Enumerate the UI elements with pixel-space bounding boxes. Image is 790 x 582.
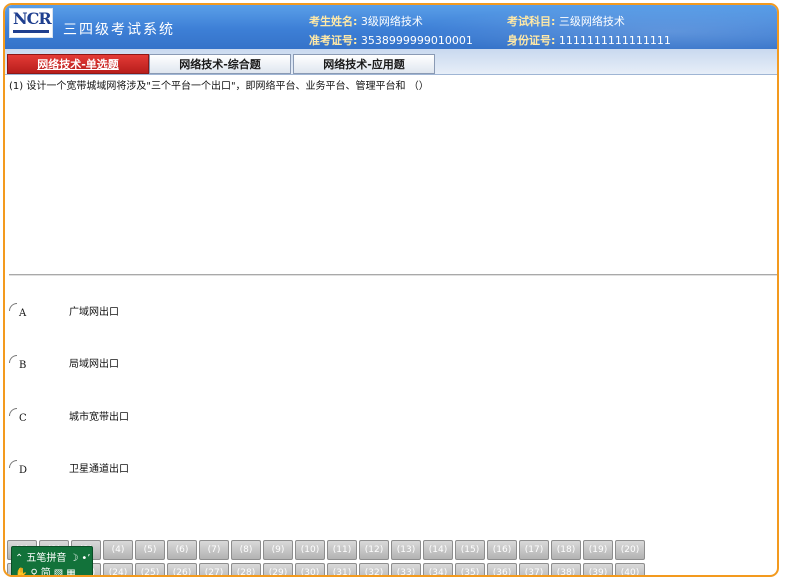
id-number-label: 身份证号:	[507, 34, 556, 47]
question-nav-button[interactable]: (26)	[167, 563, 197, 575]
exam-subject: 考试科目: 三级网络技术	[507, 13, 625, 29]
option-b-radio[interactable]	[9, 355, 17, 363]
option-c-radio[interactable]	[9, 408, 17, 416]
question-nav-button[interactable]: (14)	[423, 540, 453, 560]
option-b-text: 局域网出口	[69, 359, 119, 370]
question-nav-button[interactable]: (38)	[551, 563, 581, 575]
question-nav-button[interactable]: (8)	[231, 540, 261, 560]
question-nav-button[interactable]: (34)	[423, 563, 453, 575]
candidate-name-value: 3级网络技术	[360, 15, 423, 28]
question-nav-button[interactable]: (17)	[519, 540, 549, 560]
question-nav-button[interactable]: (25)	[135, 563, 165, 575]
tab-bar: 网络技术-单选题 网络技术-综合题 网络技术-应用题	[5, 49, 777, 75]
question-nav-button[interactable]: (32)	[359, 563, 389, 575]
pane-divider[interactable]	[9, 274, 777, 276]
ime-mode[interactable]: 五笔拼音	[26, 549, 66, 564]
question-nav-button[interactable]: (24)	[103, 563, 133, 575]
question-nav-button[interactable]: (35)	[455, 563, 485, 575]
option-b-letter: B	[19, 360, 27, 371]
option-a[interactable]: A 广域网出口	[9, 303, 409, 323]
question-nav-button[interactable]: (10)	[295, 540, 325, 560]
option-d-radio[interactable]	[9, 460, 17, 468]
option-c-letter: C	[19, 413, 27, 424]
option-a-text: 广域网出口	[69, 307, 119, 318]
hand-icon[interactable]: ✋	[15, 568, 27, 575]
question-nav-button[interactable]: (33)	[391, 563, 421, 575]
exam-window: NCR 三四级考试系统 考生姓名: 3级网络技术 准考证号: 353899999…	[3, 3, 779, 577]
question-nav-button[interactable]: (39)	[583, 563, 613, 575]
admission-number-label: 准考证号:	[309, 34, 358, 47]
question-nav-button[interactable]: (7)	[199, 540, 229, 560]
question-nav-button[interactable]: (30)	[295, 563, 325, 575]
option-d[interactable]: D 卫星通道出口	[9, 460, 409, 480]
question-nav-button[interactable]: (20)	[615, 540, 645, 560]
question-nav-button[interactable]: (6)	[167, 540, 197, 560]
option-d-letter: D	[19, 465, 28, 476]
question-nav-button[interactable]: (31)	[327, 563, 357, 575]
grid-icon[interactable]: ▦	[66, 568, 75, 575]
ime-expand-icon[interactable]: ⌃	[15, 553, 23, 564]
exam-subject-value: 三级网络技术	[558, 15, 625, 28]
app-title: 三四级考试系统	[63, 22, 175, 38]
question-nav-button[interactable]: (4)	[103, 540, 133, 560]
ime-toolbar[interactable]: ⌃ 五笔拼音 ☽ •’ ✋ ⚲ 简 ▧ ▦	[11, 546, 93, 575]
moon-icon[interactable]: ☽	[69, 553, 78, 564]
question-nav-button[interactable]: (15)	[455, 540, 485, 560]
header-bar: NCR 三四级考试系统 考生姓名: 3级网络技术 准考证号: 353899999…	[5, 5, 777, 49]
search-icon[interactable]: ⚲	[30, 568, 37, 575]
exam-subject-label: 考试科目:	[507, 15, 556, 28]
candidate-name: 考生姓名: 3级网络技术	[309, 13, 423, 29]
ncr-logo: NCR	[9, 8, 53, 38]
tab-single-choice[interactable]: 网络技术-单选题	[7, 54, 149, 74]
question-text: (1) 设计一个宽带城域网将涉及"三个平台一个出口"，即网络平台、业务平台、管理…	[9, 81, 429, 92]
option-a-letter: A	[19, 308, 27, 319]
question-nav-button[interactable]: (18)	[551, 540, 581, 560]
option-c-text: 城市宽带出口	[69, 412, 129, 423]
question-nav-button[interactable]: (37)	[519, 563, 549, 575]
tab-comprehensive[interactable]: 网络技术-综合题	[149, 54, 291, 74]
tab-application[interactable]: 网络技术-应用题	[293, 54, 435, 74]
question-nav-button[interactable]: (9)	[263, 540, 293, 560]
question-nav-button[interactable]: (36)	[487, 563, 517, 575]
question-nav-button[interactable]: (12)	[359, 540, 389, 560]
question-nav-button[interactable]: (11)	[327, 540, 357, 560]
keyboard-icon[interactable]: ▧	[54, 568, 63, 575]
option-c[interactable]: C 城市宽带出口	[9, 408, 409, 428]
id-number-value: 1111111111111111	[558, 34, 671, 47]
option-d-text: 卫星通道出口	[69, 464, 129, 475]
id-number: 身份证号: 1111111111111111	[507, 32, 671, 48]
question-nav-button[interactable]: (40)	[615, 563, 645, 575]
admission-number-value: 3538999999010001	[360, 34, 473, 47]
question-nav-button[interactable]: (5)	[135, 540, 165, 560]
question-nav-button[interactable]: (19)	[583, 540, 613, 560]
option-a-radio[interactable]	[9, 303, 17, 311]
question-nav-button[interactable]: (16)	[487, 540, 517, 560]
question-nav-button[interactable]: (27)	[199, 563, 229, 575]
punctuation-icon[interactable]: •’	[81, 553, 90, 564]
question-nav-button[interactable]: (28)	[231, 563, 261, 575]
option-b[interactable]: B 局域网出口	[9, 355, 409, 375]
question-nav-button[interactable]: (13)	[391, 540, 421, 560]
ime-simplified[interactable]: 简	[41, 564, 51, 575]
question-nav-button[interactable]: (29)	[263, 563, 293, 575]
logo-text: NCR	[13, 9, 52, 28]
candidate-name-label: 考生姓名:	[309, 15, 358, 28]
admission-number: 准考证号: 3538999999010001	[309, 32, 473, 48]
